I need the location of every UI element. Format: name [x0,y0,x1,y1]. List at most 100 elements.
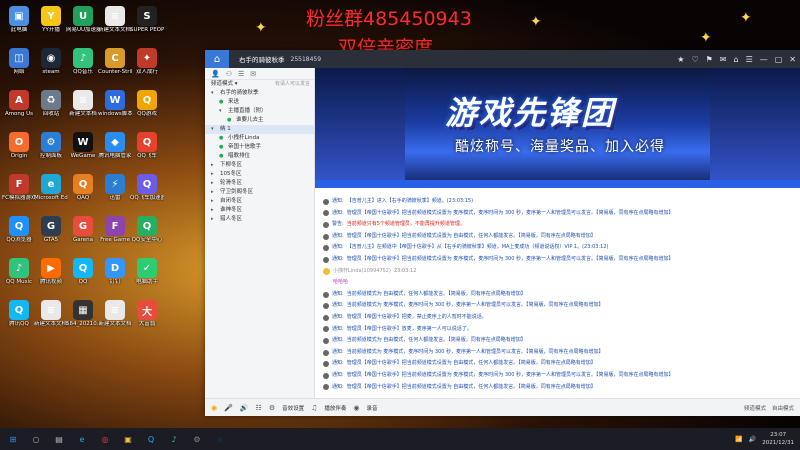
minimize-icon[interactable]: — [760,55,768,64]
chrome-icon[interactable]: ◎ [98,432,112,446]
channel-mode-select[interactable]: 频道模式 ▾ [211,80,238,89]
mode-value[interactable]: 自由模式 [772,404,794,412]
desktop-icon[interactable]: ♪ QQ Music [2,256,36,298]
avatar[interactable] [323,267,330,275]
desktop-icon[interactable]: Y YY开播 [34,4,68,46]
desktop-icon[interactable]: SSUPER PEOPLE CBT [130,4,164,46]
desktop-icon[interactable]: ✓ 电脑助手 [130,256,164,298]
menu-icon[interactable]: ☰ [746,55,753,64]
desktop-icon[interactable]: Q QQ安全中心 [130,214,164,256]
yy-logo-icon[interactable]: ◉ [211,404,217,412]
channel-tree-item[interactable]: ▸ 105冬区 [205,170,314,179]
desktop-icon[interactable]: ≡新建文本文档(3) [34,298,68,340]
desktop-icon[interactable]: ♻ 回收站 [34,88,68,130]
channel-tree-item[interactable]: ▾ 右手的骑彼秋季 [205,89,314,98]
desktop-icon[interactable]: ≡ 新建文本档 [66,88,100,130]
favorite-icon[interactable]: ★ [677,55,684,64]
desktop-icon[interactable]: Q QAQ [66,172,100,214]
network-icon[interactable]: 📶 [735,436,742,443]
music-icon[interactable]: ♫ [311,404,317,412]
desktop-icon[interactable]: Q QQ游戏 [130,88,164,130]
channel-tree-item[interactable]: ▸ 下柳冬区 [205,161,314,170]
desktop-icon[interactable]: Wwindows脚本录制工具 [98,88,132,130]
explorer-icon[interactable]: ▣ [121,432,135,446]
group-icon[interactable]: ⚇ [226,70,232,78]
desktop-icon[interactable]: FFC模拟器游戏合集 [2,172,36,214]
close-icon[interactable]: ✕ [789,55,796,64]
channel-tree-item[interactable]: ▸ 谁神冬区 [205,206,314,215]
desktop-icon[interactable]: ✦ 双人成行 [130,46,164,88]
sound-settings-icon[interactable]: ⚙ [269,404,275,412]
desktop-icon[interactable]: G Garena [66,214,100,256]
desktop-icon[interactable]: ≡新建文本文档(2) [98,4,132,46]
speaker-icon[interactable]: 🔊 [240,404,249,412]
channel-tree-item[interactable]: ▸ 猎人冬区 [205,215,314,224]
channel-tree-item[interactable]: ▸ 轮滑冬区 [205,179,314,188]
sound-settings-label[interactable]: 音效设置 [282,404,304,412]
desktop-icon[interactable]: ≡ 新建文本文档 [98,298,132,340]
channel-tree-item[interactable]: ● 唱歌排位 [205,152,314,161]
desktop-icon[interactable]: W WeGame [66,130,100,172]
user-icon[interactable]: 👤 [211,70,220,78]
channel-tree-item[interactable]: ● 帝国十信歌手 [205,143,314,152]
desktop-icon[interactable]: ⚙ 控制面板 [34,130,68,172]
desktop-icon[interactable]: U 网易UU加速器 [66,4,100,46]
volume-icon[interactable]: 🔊 [749,436,756,443]
desktop-icon[interactable]: CCounter-Strike Global Off... [98,46,132,88]
message-username[interactable]: 小拽杆Linda(10994752) [333,266,391,278]
desktop-icon[interactable]: F Free Game [98,214,132,256]
channel-tree-item[interactable]: ● 来送 [205,98,314,107]
edge-icon[interactable]: e [75,432,89,446]
record-icon[interactable]: ◉ [353,404,359,412]
mail-icon[interactable]: ✉ [720,55,727,64]
flag-icon[interactable]: ⚑ [706,55,713,64]
message-icon[interactable]: ✉ [250,70,256,78]
bottom-toolbar: ◉ 🎤 🔊 ☷ ⚙ 音效设置 ♫ 播放伴奏 ◉ 录音 频道模式 自由模式 [205,398,800,416]
clock[interactable]: 23:07 2021/12/31 [762,431,794,447]
settings-icon[interactable]: ⚙ [190,432,204,446]
start-icon[interactable]: ⊞ [6,432,20,446]
desktop-icon[interactable]: G GTA5 [34,214,68,256]
desktop-icon[interactable]: D 钉钉 [98,256,132,298]
desktop-icon[interactable]: Q QQ浏览器 [2,214,36,256]
desktop-icon[interactable]: ◫ 网络 [2,46,36,88]
desktop-icon[interactable]: O Origin [2,130,36,172]
channel-mode-row[interactable]: 频道模式 ▾ 有请人可以发言 [205,80,314,89]
desktop-icon[interactable]: A Among Us [2,88,36,130]
desktop-icon[interactable]: ◆ 腾讯电脑管家 [98,130,132,172]
desktop-icon[interactable]: Q QQ飞车 [130,130,164,172]
desktop-icon[interactable]: ⚡ 迅雷 [98,172,132,214]
desktop-icon[interactable]: Q 腾讯QQ [2,298,36,340]
home-icon[interactable]: ⌂ [205,50,229,68]
desktop-icon[interactable]: ▦ 584_20210... [66,298,100,340]
desktop-icon[interactable]: eMicrosoft Edge [34,172,68,214]
desktop-icon[interactable]: Q QQ [66,256,100,298]
list-icon[interactable]: ☰ [238,70,244,78]
desktop-icon[interactable]: ♪ QQ音乐 [66,46,100,88]
channel-tree-item[interactable]: ● 谁要儿去主 [205,116,314,125]
qq-icon[interactable]: Q [144,432,158,446]
task-view-icon[interactable]: ▤ [52,432,66,446]
channel-tree-item[interactable]: ▸ 自闭冬区 [205,197,314,206]
music-icon[interactable]: ♪ [167,432,181,446]
desktop-icon[interactable]: 大大富翁 [130,298,164,340]
search-icon[interactable]: ○ [29,432,43,446]
desktop-icon[interactable]: ▣ 此电脑 [2,4,36,46]
equalizer-icon[interactable]: ☷ [256,404,262,412]
home-icon[interactable]: ⌂ [733,55,738,64]
steam-icon[interactable]: ◉ [213,432,227,446]
play-accompaniment-label[interactable]: 播放伴奏 [324,404,346,412]
channel-tree-item[interactable]: ▾ 纳 1 [205,125,314,134]
desktop-icon[interactable]: Q QQ飞车加速器 [130,172,164,214]
channel-tree-item[interactable]: ▸ 守卫剑阁冬区 [205,188,314,197]
channel-tree-item[interactable]: ▾ 主播直播（附） [205,107,314,116]
mic-icon[interactable]: 🎤 [224,404,233,412]
record-label[interactable]: 录音 [367,404,378,412]
heart-icon[interactable]: ♡ [691,55,698,64]
maximize-icon[interactable]: ▢ [775,55,783,64]
channel-tree-item[interactable]: ● 小拽杆Linda [205,134,314,143]
desktop-icon[interactable]: ▶ 腾讯视频 [34,256,68,298]
promo-banner[interactable]: 游戏先锋团 酷炫称号、海量奖品、加入必得 [315,68,800,188]
mode-label[interactable]: 频道模式 [744,404,766,412]
desktop-icon[interactable]: ◉ steam [34,46,68,88]
